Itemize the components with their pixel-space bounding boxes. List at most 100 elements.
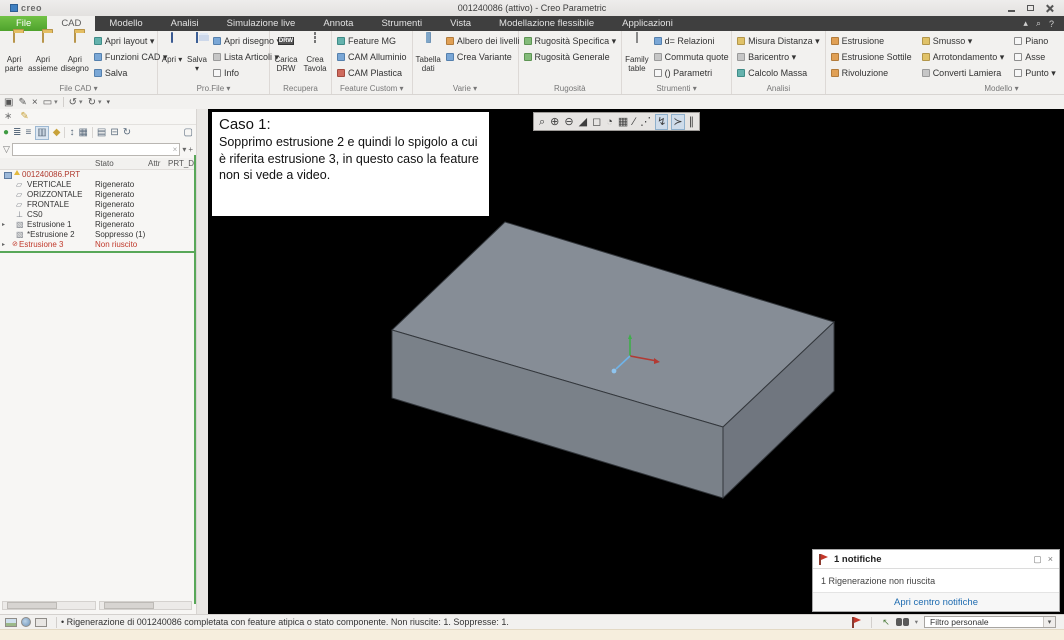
zoom-in-icon[interactable]: ⊕ xyxy=(549,114,560,130)
find-dropdown-icon[interactable]: ▾ xyxy=(915,618,918,626)
panel-splitter[interactable] xyxy=(196,109,208,614)
group-label-feature-custom[interactable]: Feature Custom ▾ xyxy=(335,83,409,94)
layers-icon[interactable]: ▤ xyxy=(97,126,106,140)
apri-disegno-button[interactable]: Apri disegno xyxy=(61,33,89,73)
graphics-area[interactable]: Caso 1: Sopprimo estrusione 2 e quindi l… xyxy=(208,109,1064,614)
tab-analisi[interactable]: Analisi xyxy=(157,16,213,31)
annotation-display-icon[interactable]: ⋰ xyxy=(639,114,652,130)
document-icon[interactable]: ▢ xyxy=(184,126,193,140)
tab-vista[interactable]: Vista xyxy=(436,16,485,31)
clear-filter-icon[interactable]: × xyxy=(173,145,178,154)
web-icon[interactable] xyxy=(21,617,31,627)
group-label-varie[interactable]: Varie ▾ xyxy=(416,83,515,94)
expander-icon[interactable]: ▸ xyxy=(2,220,8,230)
tree-row-cs0[interactable]: ⊥ CS0 Rigenerato xyxy=(0,210,196,220)
tab-modello[interactable]: Modello xyxy=(95,16,156,31)
carica-drw-button[interactable]: DRW Carica DRW xyxy=(273,33,299,73)
add-filter-icon[interactable]: + xyxy=(188,145,193,154)
help-icon[interactable]: ? xyxy=(1049,19,1054,29)
tree-row-part[interactable]: 001240086.PRT xyxy=(0,170,196,180)
select-arrow-icon[interactable]: ↖ xyxy=(882,617,890,628)
more-commands-icon[interactable]: ▾ xyxy=(106,96,110,109)
cam-plastica-button[interactable]: CAM Plastica xyxy=(335,65,409,81)
tree-row-orizzontale[interactable]: ▱ ORIZZONTALE Rigenerato xyxy=(0,190,196,200)
brush-icon[interactable]: ✎ xyxy=(20,111,28,122)
parametri-button[interactable]: () Parametri xyxy=(652,65,731,81)
pause-icon[interactable]: ∥ xyxy=(688,114,696,130)
find-binoculars-icon[interactable] xyxy=(896,618,909,626)
filter-combobox[interactable]: Filtro personale ▾ xyxy=(924,616,1056,628)
tree-scrollbar[interactable] xyxy=(2,601,96,610)
spin-center-toggle-icon[interactable]: ↯ xyxy=(655,114,668,130)
tree-expand-style-icon[interactable]: ≣ xyxy=(13,126,21,140)
asse-button[interactable]: Asse xyxy=(1012,49,1058,65)
restore-button[interactable] xyxy=(1022,2,1039,14)
converti-lamiera-button[interactable]: Converti Lamiera xyxy=(920,65,1007,81)
punto-button[interactable]: Punto ▾ xyxy=(1012,65,1058,81)
estrusione-sottile-button[interactable]: Estrusione Sottile xyxy=(829,49,914,65)
tab-annota[interactable]: Annota xyxy=(309,16,367,31)
tab-simulazione-live[interactable]: Simulazione live xyxy=(213,16,310,31)
apri-assieme-button[interactable]: Apri assieme xyxy=(28,33,58,73)
zoom-fit-icon[interactable]: ⌕ xyxy=(538,114,546,130)
misura-distanza-button[interactable]: Misura Distanza ▾ xyxy=(735,33,822,49)
group-label-modello[interactable]: Modello ▾ xyxy=(829,83,1064,94)
collapse-ribbon-icon[interactable]: ▴ xyxy=(1023,18,1028,29)
rugosita-generale-button[interactable]: Rugosità Generale xyxy=(522,49,619,65)
relazioni-button[interactable]: d= Relazioni xyxy=(652,33,731,49)
tree-row-verticale[interactable]: ▱ VERTICALE Rigenerato xyxy=(0,180,196,190)
search-icon[interactable]: ⌕ xyxy=(1036,18,1041,29)
crea-tavola-button[interactable]: Crea Tavola xyxy=(302,33,328,73)
columns-scrollbar[interactable] xyxy=(99,601,193,610)
tree-columns-icon[interactable]: ▥ xyxy=(35,126,48,140)
smusso-button[interactable]: Smusso ▾ xyxy=(920,33,1007,49)
crea-variante-button[interactable]: Crea Variante xyxy=(444,49,522,65)
rivoluzione-button[interactable]: Rivoluzione xyxy=(829,65,914,81)
close-window-icon[interactable]: × xyxy=(32,96,38,109)
notification-flag-icon[interactable] xyxy=(852,617,861,628)
tabella-dati-button[interactable]: Tabella dati xyxy=(416,33,441,73)
group-label-pro-file[interactable]: Pro.File ▾ xyxy=(161,83,266,94)
pin-icon[interactable]: ∗ xyxy=(4,111,12,122)
piano-button[interactable]: Piano xyxy=(1012,33,1058,49)
estrusione-button[interactable]: Estrusione xyxy=(829,33,914,49)
repaint-icon[interactable]: ◢ xyxy=(578,114,588,130)
undo-icon[interactable]: ↺ xyxy=(69,96,77,109)
cam-alluminio-button[interactable]: CAM Alluminio xyxy=(335,49,409,65)
zoom-out-icon[interactable]: ⊖ xyxy=(563,114,574,130)
scrollbar-thumb[interactable] xyxy=(7,602,57,609)
tree-row-estrusione-1[interactable]: ▸ ▧ Estrusione 1 Rigenerato xyxy=(0,220,196,230)
tab-modellazione-flessibile[interactable]: Modellazione flessibile xyxy=(485,16,608,31)
expander-icon[interactable]: ▸ xyxy=(2,240,8,250)
tab-applicazioni[interactable]: Applicazioni xyxy=(608,16,687,31)
tree-row-estrusione-2[interactable]: ▧ *Estrusione 2 Soppresso (1) xyxy=(0,230,196,240)
group-label-strumenti[interactable]: Strumenti ▾ xyxy=(625,83,728,94)
albero-livelli-button[interactable]: Albero dei livelli xyxy=(444,33,522,49)
windows-icon[interactable]: ▭ xyxy=(43,96,52,109)
tree-row-frontale[interactable]: ▱ FRONTALE Rigenerato xyxy=(0,200,196,210)
filter-dropdown-icon[interactable]: ▾ xyxy=(182,145,186,154)
combobox-dropdown-icon[interactable]: ▾ xyxy=(1043,617,1055,627)
tree-filter-input[interactable]: × xyxy=(12,143,180,156)
datum-display-icon[interactable]: ∕ xyxy=(632,114,636,130)
tab-strumenti[interactable]: Strumenti xyxy=(367,16,436,31)
refresh-tree-icon[interactable]: ↻ xyxy=(123,126,131,140)
open-notification-center-link[interactable]: Apri centro notifiche xyxy=(894,597,978,608)
display-style-icon[interactable]: ◻ xyxy=(591,114,602,130)
arrotondamento-button[interactable]: Arrotondamento ▾ xyxy=(920,49,1007,65)
apri-parte-button[interactable]: Apri parte xyxy=(3,33,25,73)
dragger-toggle-icon[interactable]: ≻ xyxy=(671,114,684,130)
paint-icon[interactable]: ✎ xyxy=(18,96,26,109)
group-label-file-cad[interactable]: File CAD ▾ xyxy=(3,83,154,94)
tree-settings-icon[interactable]: ⊟ xyxy=(110,126,118,140)
blank-window-icon[interactable] xyxy=(35,618,47,627)
rugosita-specifica-button[interactable]: Rugosità Specifica ▾ xyxy=(522,33,619,49)
tab-cad[interactable]: CAD xyxy=(47,16,95,31)
saved-orientations-icon[interactable]: ◔ xyxy=(605,114,614,130)
minimize-button[interactable] xyxy=(1003,2,1020,14)
family-table-button[interactable]: Family table xyxy=(625,33,649,73)
notification-log-icon[interactable]: ▢ xyxy=(1033,554,1042,565)
pro-apri-button[interactable]: Apri ▾ xyxy=(161,33,183,65)
close-button[interactable] xyxy=(1041,2,1058,14)
filter-sort-icon[interactable]: ↕ xyxy=(69,126,74,140)
